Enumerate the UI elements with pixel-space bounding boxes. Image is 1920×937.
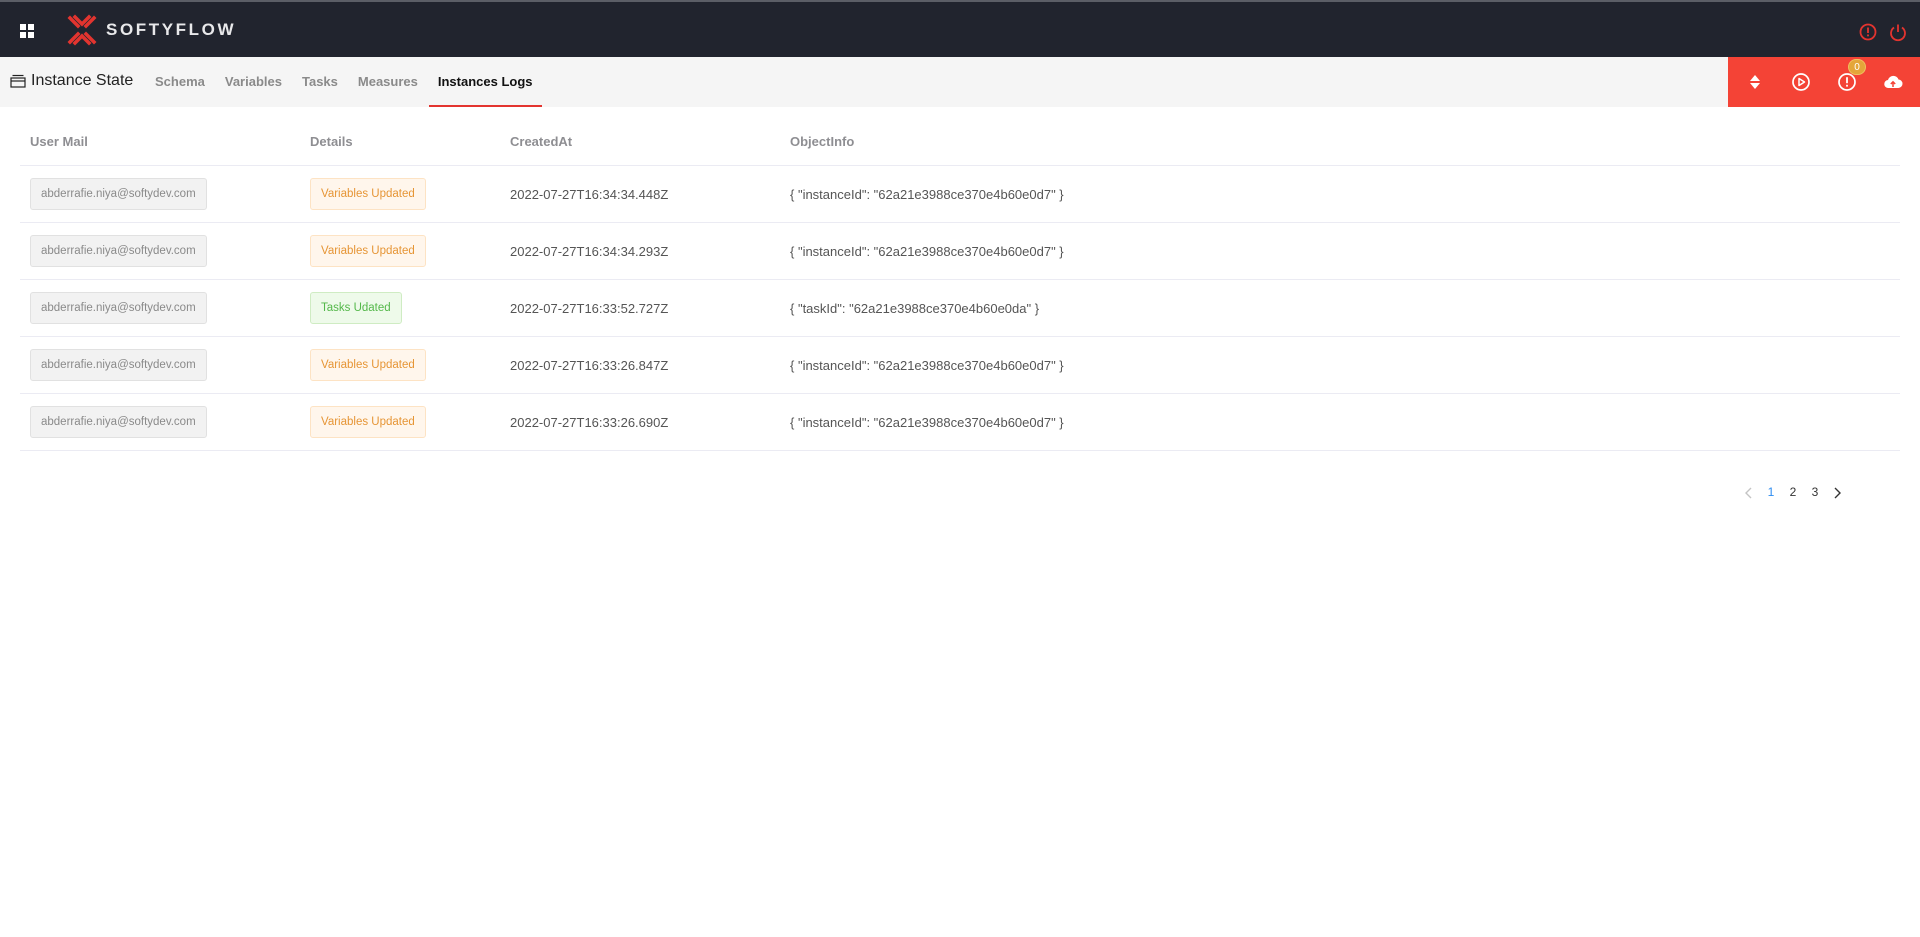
- top-navbar: SOFTYFLOW: [0, 0, 1920, 57]
- table-row: abderrafie.niya@softydev.com Variables U…: [20, 223, 1900, 280]
- details-tag: Tasks Udated: [310, 292, 402, 324]
- brand-name: SOFTYFLOW: [106, 20, 237, 39]
- window-icon: [10, 74, 26, 88]
- column-header-details: Details: [310, 133, 353, 149]
- tab-measures[interactable]: Measures: [349, 57, 427, 107]
- details-tag: Variables Updated: [310, 235, 426, 267]
- page-title-text: Instance State: [31, 72, 134, 89]
- run-button[interactable]: [1790, 71, 1812, 93]
- details-tag: Variables Updated: [310, 406, 426, 438]
- column-header-user-mail: User Mail: [30, 133, 88, 149]
- action-toolbar: 0: [1728, 57, 1920, 107]
- user-mail-tag: abderrafie.niya@softydev.com: [30, 349, 207, 381]
- table-row: abderrafie.niya@softydev.com Variables U…: [20, 337, 1900, 394]
- prev-page-button[interactable]: [1738, 485, 1760, 499]
- table-header: User Mail Details CreatedAt ObjectInfo: [20, 117, 1900, 166]
- user-mail-tag: abderrafie.niya@softydev.com: [30, 235, 207, 267]
- object-info-cell: { "instanceId": "62a21e3988ce370e4b60e0d…: [790, 357, 1064, 373]
- page-button-1[interactable]: 1: [1760, 485, 1782, 499]
- cloud-upload-icon: [1884, 75, 1903, 89]
- table-row: abderrafie.niya@softydev.com Tasks Udate…: [20, 280, 1900, 337]
- play-circle-icon: [1792, 73, 1810, 91]
- object-info-cell: { "instanceId": "62a21e3988ce370e4b60e0d…: [790, 414, 1064, 430]
- column-header-created-at: CreatedAt: [510, 133, 573, 149]
- next-page-button[interactable]: [1826, 485, 1848, 499]
- sub-header: Instance State Schema Variables Tasks Me…: [0, 57, 1920, 107]
- created-at-cell: 2022-07-27T16:34:34.293Z: [510, 243, 669, 259]
- column-header-object-info: ObjectInfo: [790, 133, 855, 149]
- table-row: abderrafie.niya@softydev.com Variables U…: [20, 394, 1900, 451]
- tab-schema[interactable]: Schema: [146, 57, 214, 107]
- created-at-cell: 2022-07-27T16:33:52.727Z: [510, 300, 669, 316]
- alerts-button[interactable]: 0: [1836, 59, 1866, 93]
- chevron-right-icon: [1834, 487, 1841, 499]
- details-tag: Variables Updated: [310, 349, 426, 381]
- tab-tasks[interactable]: Tasks: [293, 57, 347, 107]
- softyflow-logo-icon: [67, 14, 97, 46]
- chevron-left-icon: [1745, 487, 1752, 499]
- tab-variables[interactable]: Variables: [216, 57, 291, 107]
- alerts-count-badge: 0: [1848, 59, 1866, 75]
- pagination: 1 2 3: [1738, 485, 1848, 499]
- sort-icon: [1750, 75, 1760, 89]
- object-info-cell: { "taskId": "62a21e3988ce370e4b60e0da" }: [790, 300, 1040, 316]
- page-button-3[interactable]: 3: [1804, 485, 1826, 499]
- brand-logo[interactable]: SOFTYFLOW: [66, 14, 236, 46]
- details-tag: Variables Updated: [310, 178, 426, 210]
- created-at-cell: 2022-07-27T16:33:26.847Z: [510, 357, 669, 373]
- sort-button[interactable]: [1744, 71, 1766, 93]
- tab-instances-logs[interactable]: Instances Logs: [428, 57, 542, 107]
- created-at-cell: 2022-07-27T16:34:34.448Z: [510, 186, 669, 202]
- apps-grid-icon[interactable]: [20, 24, 34, 38]
- page-title: Instance State: [10, 72, 133, 90]
- instances-logs-table: User Mail Details CreatedAt ObjectInfo a…: [20, 117, 1900, 451]
- object-info-cell: { "instanceId": "62a21e3988ce370e4b60e0d…: [790, 243, 1064, 259]
- power-icon[interactable]: [1888, 22, 1908, 42]
- user-mail-tag: abderrafie.niya@softydev.com: [30, 178, 207, 210]
- deploy-button[interactable]: [1882, 71, 1904, 93]
- object-info-cell: { "instanceId": "62a21e3988ce370e4b60e0d…: [790, 186, 1064, 202]
- alert-circle-icon[interactable]: [1858, 22, 1878, 42]
- user-mail-tag: abderrafie.niya@softydev.com: [30, 406, 207, 438]
- table-row: abderrafie.niya@softydev.com Variables U…: [20, 166, 1900, 223]
- alert-circle-icon: [1838, 73, 1856, 91]
- created-at-cell: 2022-07-27T16:33:26.690Z: [510, 414, 669, 430]
- tab-bar: Schema Variables Tasks Measures Instance…: [145, 57, 543, 107]
- user-mail-tag: abderrafie.niya@softydev.com: [30, 292, 207, 324]
- page-button-2[interactable]: 2: [1782, 485, 1804, 499]
